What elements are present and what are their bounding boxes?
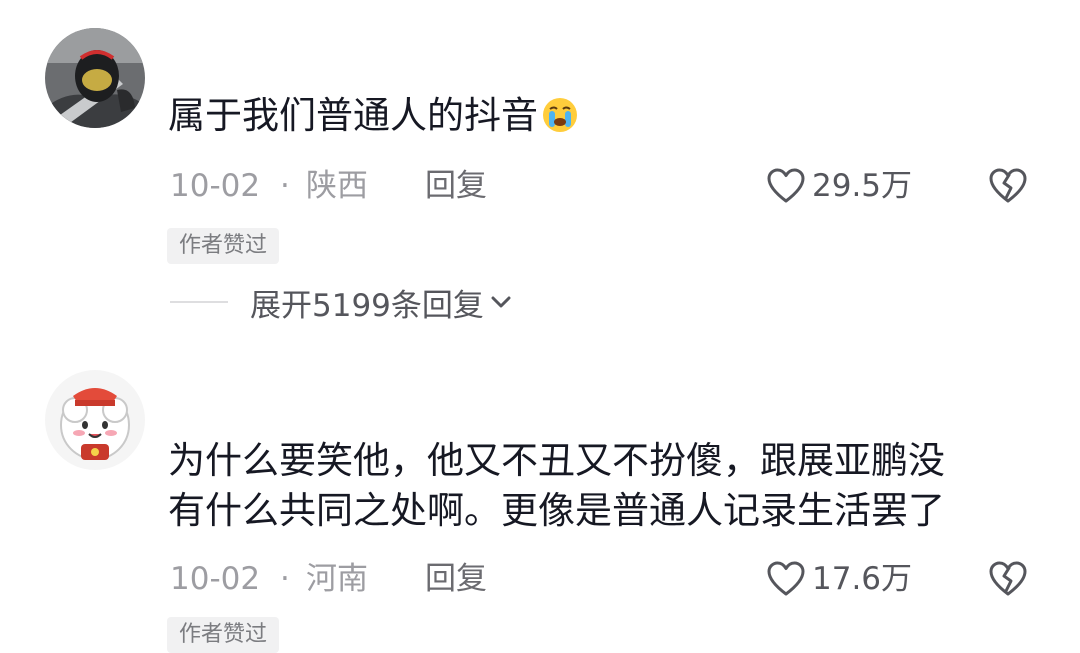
expand-replies-button[interactable]: 展开5199条回复 — [250, 280, 514, 325]
comment-location: 陕西 — [306, 168, 368, 204]
like-button[interactable]: 17.6万 — [766, 557, 912, 601]
meta-separator: · — [280, 168, 290, 204]
comment-text: 为什么要笑他，他又不丑又不扮傻，跟展亚鹏没 有什么共同之处啊。更像是普通人记录生… — [168, 436, 945, 536]
comment-meta: 10-02 · 陕西 回复 29.5万 — [170, 164, 1040, 208]
comment-text-line: 属于我们普通人的抖音 — [168, 91, 580, 141]
meta-separator: · — [280, 561, 290, 597]
comment-text-line: 有什么共同之处啊。更像是普通人记录生活罢了 — [168, 489, 945, 532]
reply-button[interactable]: 回复 — [425, 557, 487, 601]
comment-date: 10-02 — [170, 168, 261, 204]
author-liked-badge: 作者赞过 — [167, 228, 280, 264]
like-button[interactable]: 29.5万 — [766, 164, 912, 208]
avatar-photo — [45, 28, 145, 128]
comment-date: 10-02 — [170, 561, 261, 597]
comment-item: 属于我们普通人的抖音 10-02 · 陕西 回复 29.5万 作者赞过 展开51… — [0, 0, 1080, 360]
avatar[interactable] — [45, 28, 145, 128]
broken-heart-icon — [989, 561, 1027, 596]
author-liked-badge: 作者赞过 — [167, 617, 280, 653]
like-count: 29.5万 — [812, 168, 913, 204]
expand-replies: 展开5199条回复 — [170, 280, 514, 325]
comment-text: 属于我们普通人的抖音 — [168, 91, 580, 141]
heart-outline-icon — [767, 168, 805, 203]
like-count: 17.6万 — [812, 561, 913, 597]
heart-outline-icon — [767, 561, 805, 596]
dislike-button[interactable] — [988, 166, 1028, 206]
reply-button[interactable]: 回复 — [425, 164, 487, 208]
comment-item: 为什么要笑他，他又不丑又不扮傻，跟展亚鹏没 有什么共同之处啊。更像是普通人记录生… — [0, 360, 1080, 653]
crying-face-emoji — [540, 94, 580, 134]
comment-location: 河南 — [306, 561, 368, 597]
comment-meta: 10-02 · 河南 回复 17.6万 — [170, 557, 1040, 601]
chevron-down-icon — [491, 296, 511, 308]
comment-text-line: 为什么要笑他，他又不丑又不扮傻，跟展亚鹏没 — [168, 439, 945, 482]
broken-heart-icon — [989, 168, 1027, 203]
dislike-button[interactable] — [988, 559, 1028, 599]
divider-line — [170, 301, 228, 303]
avatar-cartoon — [45, 370, 145, 470]
avatar[interactable] — [45, 370, 145, 470]
expand-replies-label: 展开5199条回复 — [250, 287, 484, 324]
